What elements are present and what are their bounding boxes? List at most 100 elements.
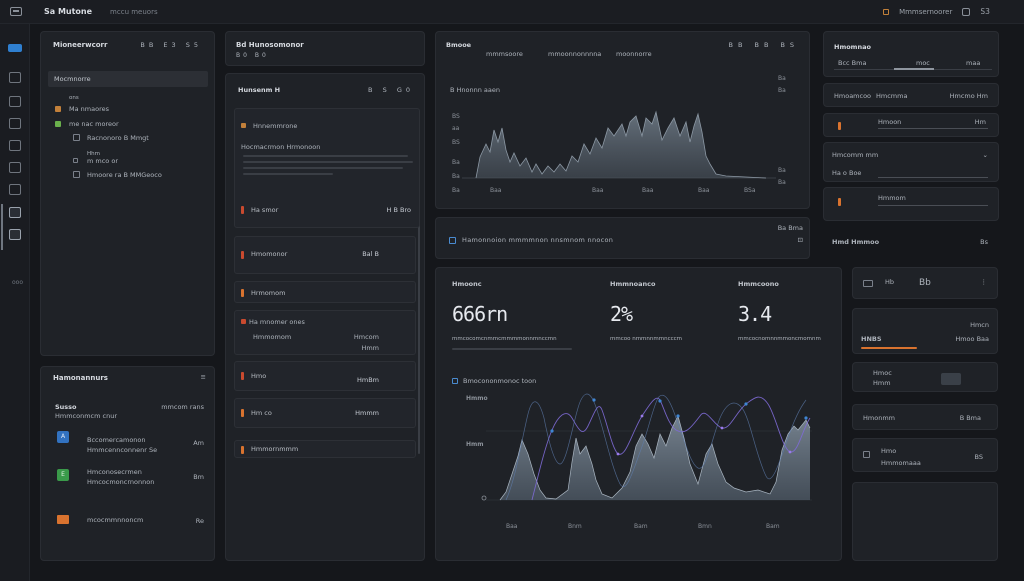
notifications-title: Hamonannurs bbox=[53, 374, 108, 382]
right-row[interactable]: Hmcomm mm ⌄ Ha o Boe bbox=[823, 142, 999, 182]
banner-close-icon[interactable]: ⊡ bbox=[798, 236, 803, 244]
right-row[interactable]: Hmd Hmmoo Bs bbox=[823, 226, 999, 258]
file-icon bbox=[73, 134, 80, 141]
app-logo-icon[interactable] bbox=[10, 7, 22, 16]
item-badge: E bbox=[57, 469, 69, 481]
right-row[interactable]: Hmmom bbox=[823, 187, 999, 221]
left-rail: ooo bbox=[0, 24, 30, 581]
tree-item[interactable]: Hmoore ra B MMGeoco bbox=[73, 170, 203, 180]
mid-card: Hunsenm H B S G0 Hnnemmrone Hocmacrmon H… bbox=[225, 73, 425, 561]
stats-panel: Hmoonc 666rn mmcocomcnmmcmmmmonnmnccmn H… bbox=[435, 267, 842, 561]
y-axis-label: Hmm bbox=[466, 441, 484, 448]
right-tab[interactable]: moc bbox=[916, 59, 930, 67]
card-icon bbox=[863, 451, 870, 458]
tree-item[interactable]: Ma nmaores bbox=[55, 104, 205, 114]
account-menu[interactable]: Mmmsernoorer bbox=[899, 8, 952, 16]
x-tick-label: Baa bbox=[592, 187, 604, 194]
mid-card-title: Hunsenm H bbox=[238, 86, 281, 94]
chevron-icon[interactable]: ⌄ bbox=[983, 151, 988, 159]
data-row[interactable]: Hmmornmmm bbox=[234, 440, 416, 458]
x-tick-label: Bam bbox=[766, 523, 780, 530]
rail-users-icon[interactable] bbox=[9, 118, 21, 129]
section-subtitle: Hmmconmcm cnur bbox=[55, 412, 118, 420]
rail-more-label[interactable]: ooo bbox=[12, 279, 23, 286]
right-tick-label: Ba bbox=[778, 167, 786, 174]
progress-bar bbox=[861, 347, 917, 349]
info-banner[interactable]: Hamonnoion mmmmnon nnsmnom nnocon Ba Bma… bbox=[435, 217, 810, 259]
list-item[interactable]: mcocmmnnoncm Re bbox=[53, 511, 208, 533]
mid-card-controls[interactable]: B S G0 bbox=[368, 86, 414, 94]
rail-dashboard-icon[interactable] bbox=[9, 207, 21, 218]
explorer-title: Mioneerwcorr bbox=[53, 41, 108, 49]
rail-table-icon[interactable] bbox=[9, 184, 21, 195]
item-badge bbox=[57, 515, 69, 524]
tree-item[interactable]: m mco or bbox=[73, 156, 203, 166]
y-tick-label: BS bbox=[452, 139, 460, 146]
area-chart: Ba Baa Baa Baa Baa BSa BS aa BS Ba Ba Ba Ba Ba Ba bbox=[452, 75, 786, 194]
rail-settings-icon[interactable] bbox=[9, 162, 21, 173]
data-row[interactable]: Hm co Hmmm bbox=[234, 398, 416, 428]
rail-layers-icon[interactable] bbox=[9, 96, 21, 107]
right-summary-panel: Hmomnao Bcc Bma moc maa bbox=[823, 31, 999, 77]
y-tick-label: BS bbox=[452, 113, 460, 120]
info-card[interactable]: Hb Bb ⋮ bbox=[852, 267, 998, 299]
right-tab[interactable]: Bcc Bma bbox=[838, 59, 866, 67]
section-title: Susso bbox=[55, 403, 77, 411]
info-card[interactable]: Hmonmm B Bma bbox=[852, 404, 998, 430]
data-row[interactable]: Hmo HmBm bbox=[234, 361, 416, 391]
tree-item[interactable]: me nac moreor bbox=[55, 119, 205, 129]
breadcrumb[interactable]: mccu meuors bbox=[110, 8, 158, 16]
detail-row[interactable]: Ha smor H B Bro bbox=[235, 199, 419, 221]
right-tick-label: Ba bbox=[778, 179, 786, 186]
x-tick-label: Bnm bbox=[568, 523, 582, 530]
right-row[interactable]: Hmoamcoo Hmcmma Hmcmo Hm bbox=[823, 83, 999, 107]
account-icon[interactable] bbox=[883, 8, 890, 15]
data-row[interactable]: Hrmomom bbox=[234, 281, 416, 303]
info-card[interactable]: Hmoc Hmm bbox=[852, 362, 998, 392]
right-tab[interactable]: maa bbox=[966, 59, 980, 67]
file-icon bbox=[73, 171, 80, 178]
status-icon bbox=[241, 123, 246, 128]
panel-menu-icon[interactable]: ≡ bbox=[201, 373, 206, 381]
tree-item[interactable]: Racnonoro B Mmgt bbox=[73, 133, 203, 143]
right-row[interactable]: Hmoon Hm bbox=[823, 113, 999, 137]
rail-grid-icon[interactable] bbox=[9, 72, 21, 83]
x-tick-label: Baa bbox=[642, 187, 654, 194]
mid-header-controls[interactable]: B0 B0 bbox=[236, 52, 269, 59]
right-tabs: Bcc Bma moc maa bbox=[834, 58, 992, 70]
info-card[interactable]: Hmcn HNBS Hmoo Baa bbox=[852, 308, 998, 354]
y-tick-label: Ba bbox=[452, 159, 460, 166]
status-icon bbox=[241, 319, 246, 324]
notifications-panel: Hamonannurs ≡ Susso mmcom rans Hmmconmcm… bbox=[40, 366, 215, 561]
section-link[interactable]: mmcom rans bbox=[161, 403, 204, 411]
data-row[interactable]: Hmomonor Bal B bbox=[234, 236, 416, 274]
list-item[interactable]: E Hmconosecrmen Hmcocmoncrnonnon Bm bbox=[53, 463, 208, 493]
rail-sliders-icon[interactable] bbox=[9, 140, 21, 151]
info-icon bbox=[449, 237, 456, 244]
text-lines bbox=[243, 155, 413, 179]
menu-icon[interactable]: ⋮ bbox=[981, 278, 988, 286]
folder-icon bbox=[55, 105, 61, 112]
list-item[interactable]: A Bccomercamonon Hmmcennconnenr Se Am bbox=[53, 429, 208, 459]
main-chart-panel: Bmooe mmmsoore mmoonnonnnna moonnorre BB… bbox=[435, 31, 810, 209]
x-tick-label: Ba bbox=[452, 187, 460, 194]
explorer-search-input[interactable]: Mocmnorre bbox=[48, 71, 208, 87]
status-marker bbox=[838, 198, 841, 206]
x-tick-label: Bmn bbox=[698, 523, 712, 530]
card-icon bbox=[863, 280, 873, 287]
rail-apps-icon[interactable] bbox=[9, 229, 21, 240]
banner-text: Hamonnoion mmmmnon nnsmnom nnocon bbox=[462, 236, 614, 244]
banner-meta: Ba Bma bbox=[777, 224, 803, 232]
rail-home-icon[interactable] bbox=[8, 44, 22, 52]
info-card[interactable]: Hmo Hmmomaaa BS bbox=[852, 438, 998, 472]
rail-selection-indicator bbox=[1, 204, 3, 250]
notification-icon[interactable] bbox=[962, 7, 971, 16]
x-tick-label: BSa bbox=[744, 187, 756, 194]
right-summary-title: Hmomnao bbox=[834, 43, 871, 51]
x-tick-label: Baa bbox=[506, 523, 518, 530]
explorer-controls[interactable]: BB E3 S5 bbox=[140, 41, 202, 49]
folder-icon bbox=[55, 120, 61, 127]
x-tick-label: Baa bbox=[698, 187, 710, 194]
y-tick-label: aa bbox=[452, 125, 460, 132]
notification-count: S3 bbox=[980, 7, 990, 16]
